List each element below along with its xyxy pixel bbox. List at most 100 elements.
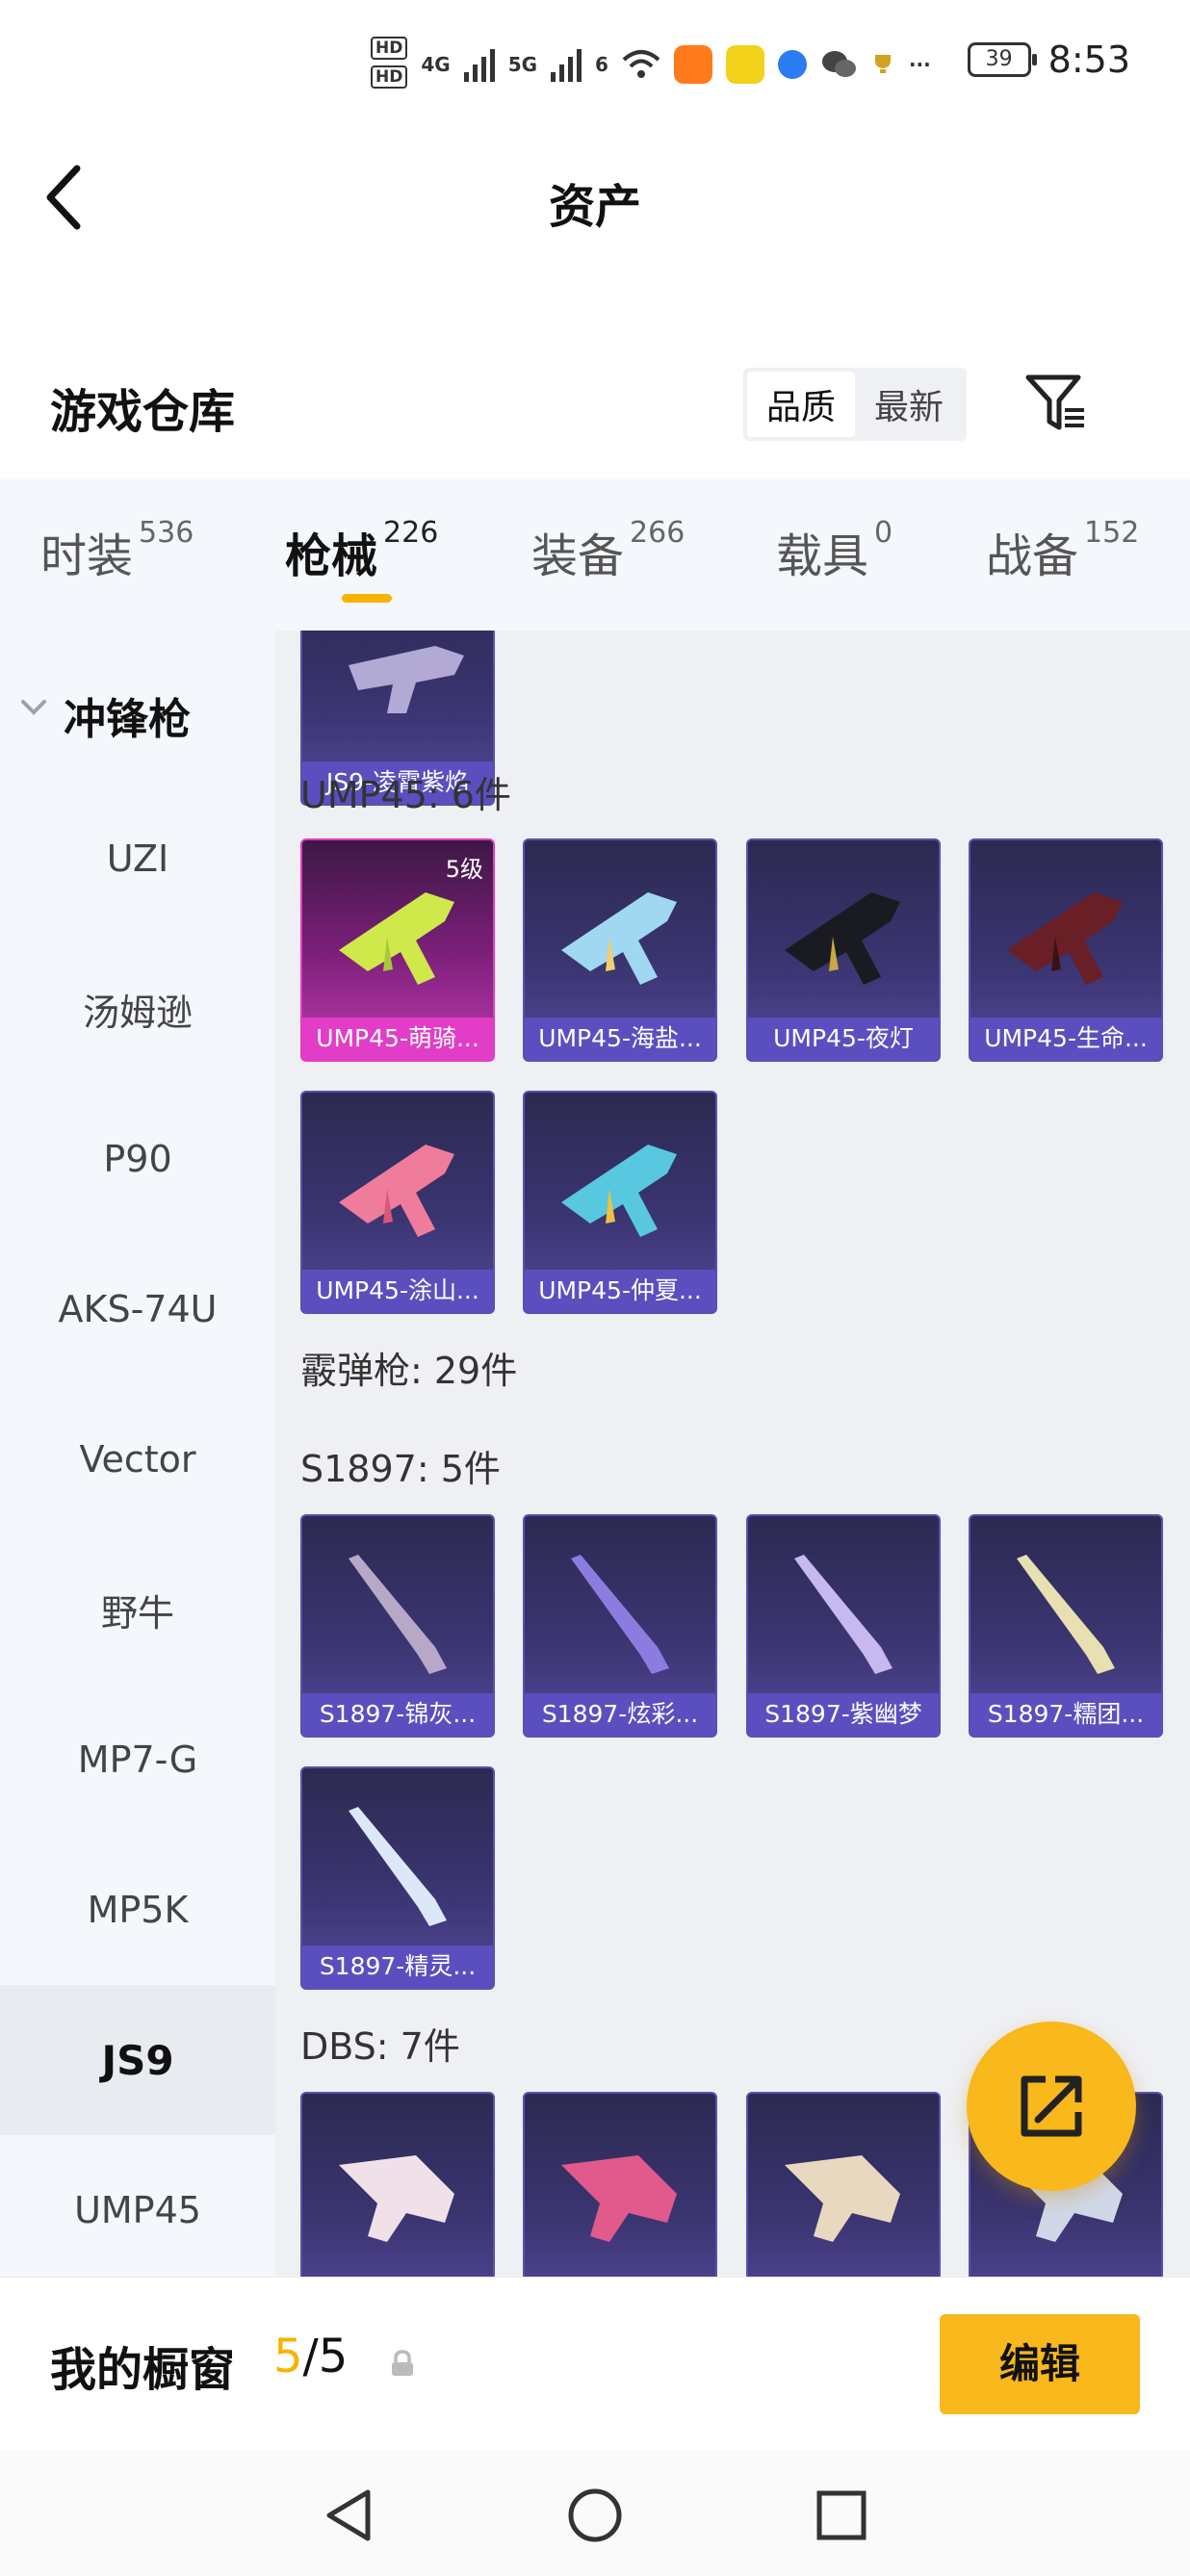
weapon-card-name: UMP45-生命... <box>970 1018 1161 1060</box>
tab-label: 装备 <box>531 529 625 583</box>
weapon-image <box>561 892 677 985</box>
weapon-card-name: S1897-锦灰... <box>302 1693 493 1736</box>
weapon-card-name: S1897-精灵... <box>302 1945 493 1988</box>
hd1-indicator: HD <box>371 37 408 60</box>
weapon-card-name: UMP45-萌骑... <box>302 1018 493 1060</box>
weapon-card-name: UMP45-仲夏... <box>525 1270 715 1312</box>
weapon-image <box>571 1555 669 1674</box>
weapon-image <box>349 1807 447 1926</box>
tab-label: 战备 <box>986 529 1079 583</box>
sidebar-item-uzi[interactable]: UZI <box>0 784 275 934</box>
game-app-icon <box>725 45 764 84</box>
clock: 8:53 <box>1048 39 1130 81</box>
weapon-card-name: S1897-紫幽梦 <box>748 1693 939 1736</box>
signal-2-icon <box>551 47 582 82</box>
weapon-card[interactable] <box>746 2092 941 2277</box>
weapon-card[interactable]: UMP45-夜灯 <box>746 838 941 1062</box>
weapon-image <box>785 892 900 985</box>
group-label: DBS: 7件 <box>300 2025 460 2068</box>
lock-icon <box>392 2350 413 2376</box>
more-notifications-icon: ··· <box>908 53 931 76</box>
status-right: 39 8:53 <box>967 39 1130 81</box>
sort-quality-button[interactable]: 品质 <box>747 372 855 437</box>
tab-label: 时装 <box>40 529 134 583</box>
group-label: 霰弹枪: 29件 <box>300 1350 518 1392</box>
hd2-indicator: HD <box>371 65 408 89</box>
sidebar-group-smg[interactable]: 冲锋枪 <box>0 679 275 746</box>
sort-toggle: 品质 最新 <box>743 368 967 441</box>
weapon-card[interactable]: UMP45-生命... <box>969 838 1163 1062</box>
nav-home-icon[interactable] <box>566 2486 624 2544</box>
wifi-icon <box>622 50 660 78</box>
sidebar-group-label: 冲锋枪 <box>64 695 191 744</box>
weapon-image <box>339 2155 454 2242</box>
edit-button[interactable]: 编辑 <box>940 2314 1140 2414</box>
weapon-card[interactable]: S1897-紫幽梦 <box>746 1514 941 1738</box>
weapon-image <box>349 646 464 713</box>
weapon-card-name: UMP45-夜灯 <box>748 1018 939 1060</box>
weapon-card[interactable]: UMP45-涂山... <box>300 1091 495 1314</box>
tab-supplies[interactable]: 战备 152 <box>986 516 1140 585</box>
system-nav-bar <box>0 2450 1190 2576</box>
weapon-card-name: UMP45-海盐... <box>525 1018 715 1060</box>
group-label: S1897: 5件 <box>300 1448 501 1490</box>
weapon-card[interactable]: S1897-锦灰... <box>300 1514 495 1738</box>
weapon-card-name: S1897-炫彩... <box>525 1693 715 1736</box>
sidebar-item-vector[interactable]: Vector <box>0 1384 275 1534</box>
tab-count: 536 <box>139 516 194 550</box>
sidebar-item-mp7g[interactable]: MP7-G <box>0 1685 275 1835</box>
nav-recents-icon[interactable] <box>815 2486 868 2544</box>
weapon-card[interactable]: S1897-精灵... <box>300 1766 495 1990</box>
weapon-card[interactable] <box>300 2092 495 2277</box>
tab-label: 载具 <box>776 529 869 583</box>
filter-button[interactable] <box>1022 370 1090 437</box>
page-title: 资产 <box>548 180 641 234</box>
share-export-icon <box>1021 2075 1082 2137</box>
browser-app-icon <box>777 50 807 79</box>
weapon-card[interactable]: S1897-炫彩... <box>523 1514 717 1738</box>
signal-1-icon <box>463 47 495 82</box>
tab-guns[interactable]: 枪械 226 <box>285 516 439 585</box>
tab-count: 266 <box>630 516 686 550</box>
weapon-image <box>1017 1555 1115 1674</box>
share-fab-button[interactable] <box>967 2022 1136 2191</box>
weapon-card[interactable] <box>523 2092 717 2277</box>
sidebar-item-js9[interactable]: JS9 <box>0 1985 275 2135</box>
status-icons: HD HD 4G 5G 6 ··· <box>371 37 931 92</box>
sidebar-item-mp5k[interactable]: MP5K <box>0 1835 275 1985</box>
sidebar-item-thompson[interactable]: 汤姆逊 <box>0 934 275 1084</box>
filter-icon <box>1025 374 1084 430</box>
weapon-card[interactable]: UMP45-海盐... <box>523 838 717 1062</box>
sidebar-item-aks74u[interactable]: AKS-74U <box>0 1234 275 1384</box>
network-4g-label: 4G <box>421 53 451 76</box>
sidebar-item-bizon[interactable]: 野牛 <box>0 1534 275 1685</box>
showcase-label: 我的橱窗 <box>50 2343 236 2397</box>
weapon-card-name: UMP45-涂山... <box>302 1270 493 1312</box>
tab-label: 枪械 <box>285 529 378 583</box>
showcase-count-current: 5 <box>273 2330 303 2383</box>
tab-count: 152 <box>1084 516 1140 550</box>
sidebar-item-ump45[interactable]: UMP45 <box>0 2135 275 2285</box>
tab-vehicles[interactable]: 载具 0 <box>776 516 893 585</box>
tab-count: 226 <box>383 516 439 550</box>
showcase-count-total: /5 <box>302 2330 349 2383</box>
weapon-card[interactable]: UMP45-仲夏... <box>523 1091 717 1314</box>
active-tab-indicator <box>342 594 392 603</box>
weapon-image <box>561 1145 677 1237</box>
app-screen: HD HD 4G 5G 6 ··· 39 8:53 资产 游戏仓库 品质 最新 … <box>0 0 1190 2576</box>
showcase-bar: 我的橱窗 5/5 编辑 <box>0 2277 1190 2450</box>
sidebar-item-p90[interactable]: P90 <box>0 1084 275 1234</box>
weapon-image <box>794 1555 892 1674</box>
taobao-app-icon <box>673 45 712 84</box>
weapon-card[interactable]: 5级 UMP45-萌骑... <box>300 838 495 1062</box>
tab-equipment[interactable]: 装备 266 <box>531 516 686 585</box>
weapon-image <box>1007 892 1123 985</box>
sort-newest-button[interactable]: 最新 <box>855 372 963 437</box>
tab-fashion[interactable]: 时装 536 <box>40 516 194 585</box>
wifi-6-label: 6 <box>595 53 608 76</box>
weapon-card[interactable]: S1897-糯团... <box>969 1514 1163 1738</box>
nav-back-icon[interactable] <box>322 2486 375 2544</box>
category-tabs: 时装 536 枪械 226 装备 266 载具 0 战备 152 <box>0 479 1190 631</box>
tab-count: 0 <box>874 516 893 550</box>
group-label: UMP45: 6件 <box>300 774 511 816</box>
